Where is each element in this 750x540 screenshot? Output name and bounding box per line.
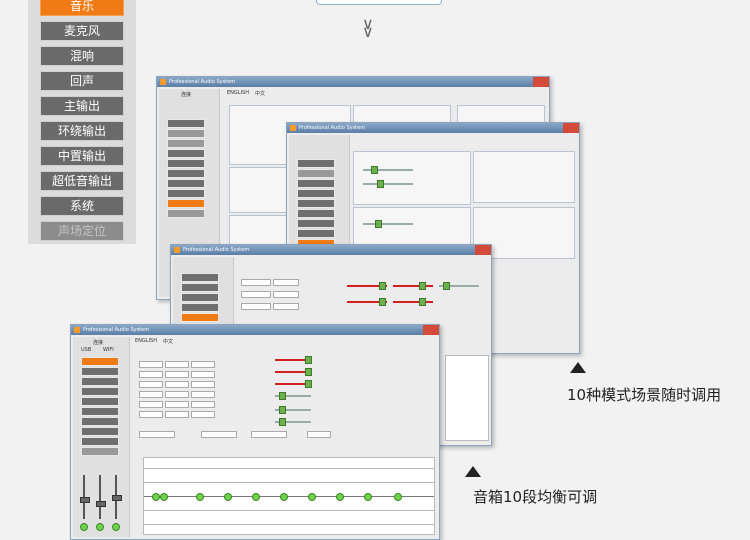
- app-window-eq: Professional Audio System 连接 USB WIFI EN…: [70, 324, 440, 540]
- close-icon[interactable]: [563, 123, 579, 133]
- lang-chinese[interactable]: 中文: [255, 90, 265, 97]
- lang-english[interactable]: ENGLISH: [135, 338, 157, 344]
- app-logo-icon: [290, 125, 296, 131]
- close-icon[interactable]: [533, 77, 549, 87]
- close-icon[interactable]: [475, 245, 491, 255]
- app-logo-icon: [160, 79, 166, 85]
- menu-item-microphone[interactable]: 麦克风: [40, 21, 124, 41]
- window-title: Professional Audio System: [169, 79, 236, 85]
- menu-item-center-output[interactable]: 中置输出: [40, 146, 124, 166]
- window-title: Professional Audio System: [183, 247, 250, 253]
- menu-item-surround-output[interactable]: 环绕输出: [40, 121, 124, 141]
- menu-item-main-output[interactable]: 主输出: [40, 96, 124, 116]
- window-titlebar: Professional Audio System: [71, 325, 439, 335]
- top-panel-edge: [316, 0, 442, 5]
- app-logo-icon: [174, 247, 180, 253]
- window-title: Professional Audio System: [299, 125, 366, 131]
- eq-graph[interactable]: [143, 457, 435, 535]
- lang-chinese[interactable]: 中文: [163, 338, 173, 345]
- window-titlebar: Professional Audio System: [287, 123, 579, 133]
- usb-option[interactable]: USB: [81, 347, 91, 353]
- left-panel: 连接 USB WIFI: [73, 337, 130, 537]
- connect-label: 连接: [181, 92, 192, 98]
- pointer-triangle-icon: [570, 362, 586, 373]
- menu-item-music[interactable]: 音乐: [40, 0, 124, 16]
- connect-label: 连接: [93, 340, 104, 346]
- menu-item-subwoofer-output[interactable]: 超低音输出: [40, 171, 124, 191]
- window-titlebar: Professional Audio System: [157, 77, 549, 87]
- lang-english[interactable]: ENGLISH: [227, 90, 249, 96]
- close-icon[interactable]: [423, 325, 439, 335]
- caption-modes: 10种模式场景随时调用: [567, 386, 722, 404]
- menu-item-echo[interactable]: 回声: [40, 71, 124, 91]
- category-menu: 音乐 麦克风 混响 回声 主输出 环绕输出 中置输出 超低音输出 系统 声场定位: [28, 0, 136, 244]
- caption-eq: 音箱10段均衡可调: [473, 488, 598, 506]
- menu-item-sound-field[interactable]: 声场定位: [40, 221, 124, 241]
- app-logo-icon: [74, 327, 80, 333]
- wifi-option[interactable]: WIFI: [103, 347, 114, 353]
- chevron-double-down-icon: ∨ ∨: [362, 14, 374, 41]
- window-titlebar: Professional Audio System: [171, 245, 491, 255]
- pointer-triangle-icon: [465, 466, 481, 477]
- window-title: Professional Audio System: [83, 327, 150, 333]
- menu-item-system[interactable]: 系统: [40, 196, 124, 216]
- menu-item-reverb[interactable]: 混响: [40, 46, 124, 66]
